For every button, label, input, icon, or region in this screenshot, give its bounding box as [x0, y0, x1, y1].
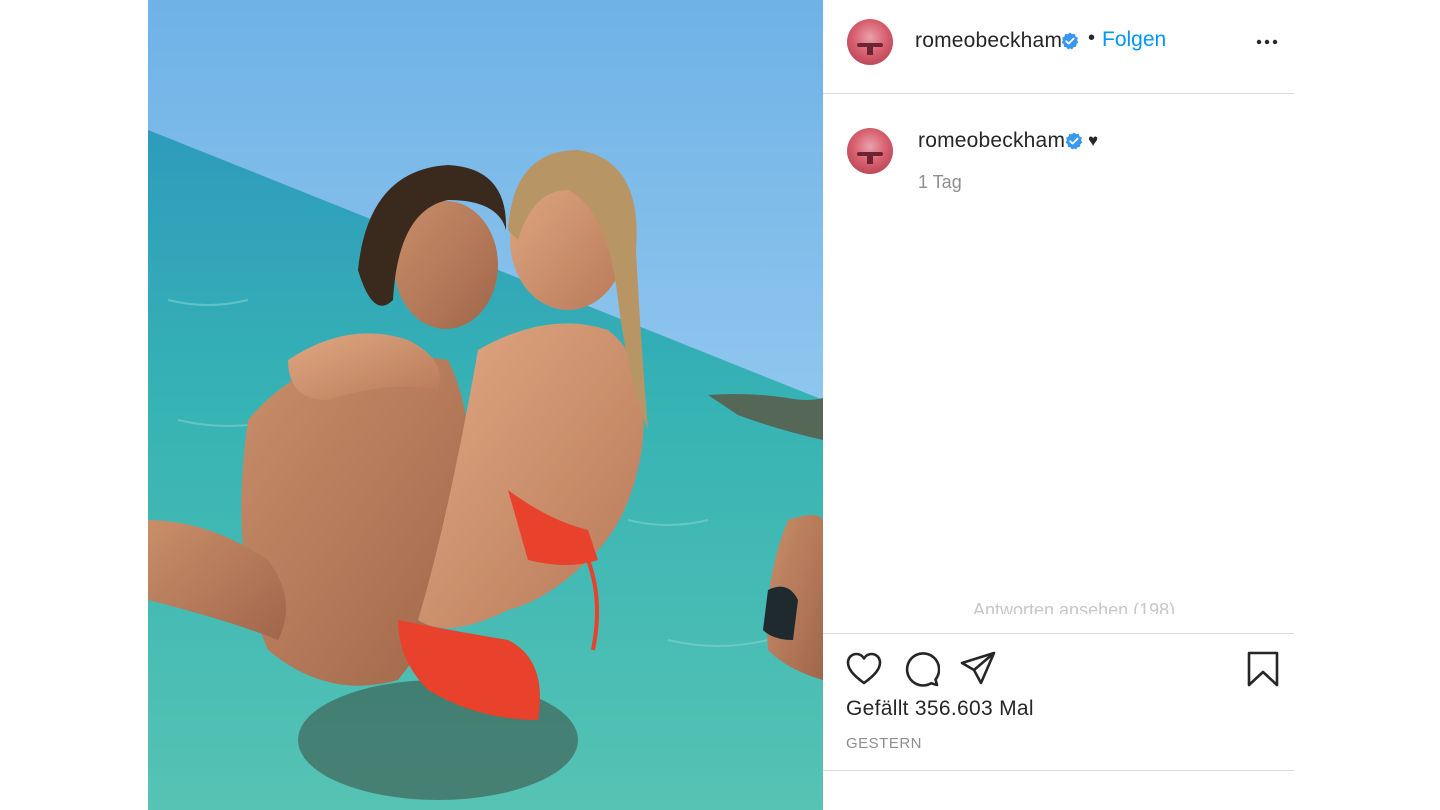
caption-author-avatar[interactable] [847, 128, 893, 174]
bookmark-icon[interactable] [1244, 650, 1282, 688]
heart-icon[interactable] [845, 650, 883, 688]
verified-badge-icon [1061, 32, 1079, 50]
beach-photo-illustration [148, 0, 823, 810]
caption-author-username[interactable]: romeobeckham [918, 129, 1065, 153]
verified-badge-icon [1065, 132, 1083, 150]
author-avatar[interactable] [847, 19, 893, 65]
follow-button[interactable]: Folgen [1102, 28, 1166, 52]
caption-text: ♥ [1088, 131, 1099, 150]
author-username[interactable]: romeobeckham [915, 29, 1062, 53]
post-header: romeobeckham • Folgen [823, 0, 1294, 94]
post-actions: Gefällt 356.603 Mal GESTERN [823, 633, 1294, 771]
more-options-icon[interactable] [1255, 33, 1279, 51]
separator-dot: • [1088, 27, 1096, 49]
post-date[interactable]: GESTERN [846, 735, 922, 752]
post-sidebar: romeobeckham • Folgen romeobeckham ♥ 1 T… [823, 0, 1294, 810]
caption-timestamp[interactable]: 1 Tag [918, 172, 962, 193]
instagram-post: romeobeckham • Folgen romeobeckham ♥ 1 T… [148, 0, 1294, 810]
post-photo[interactable] [148, 0, 823, 810]
like-count[interactable]: Gefällt 356.603 Mal [846, 697, 1034, 721]
share-icon[interactable] [959, 650, 997, 688]
view-replies-link[interactable]: Antworten ansehen (198) [973, 598, 1175, 614]
comment-icon[interactable] [902, 650, 940, 688]
